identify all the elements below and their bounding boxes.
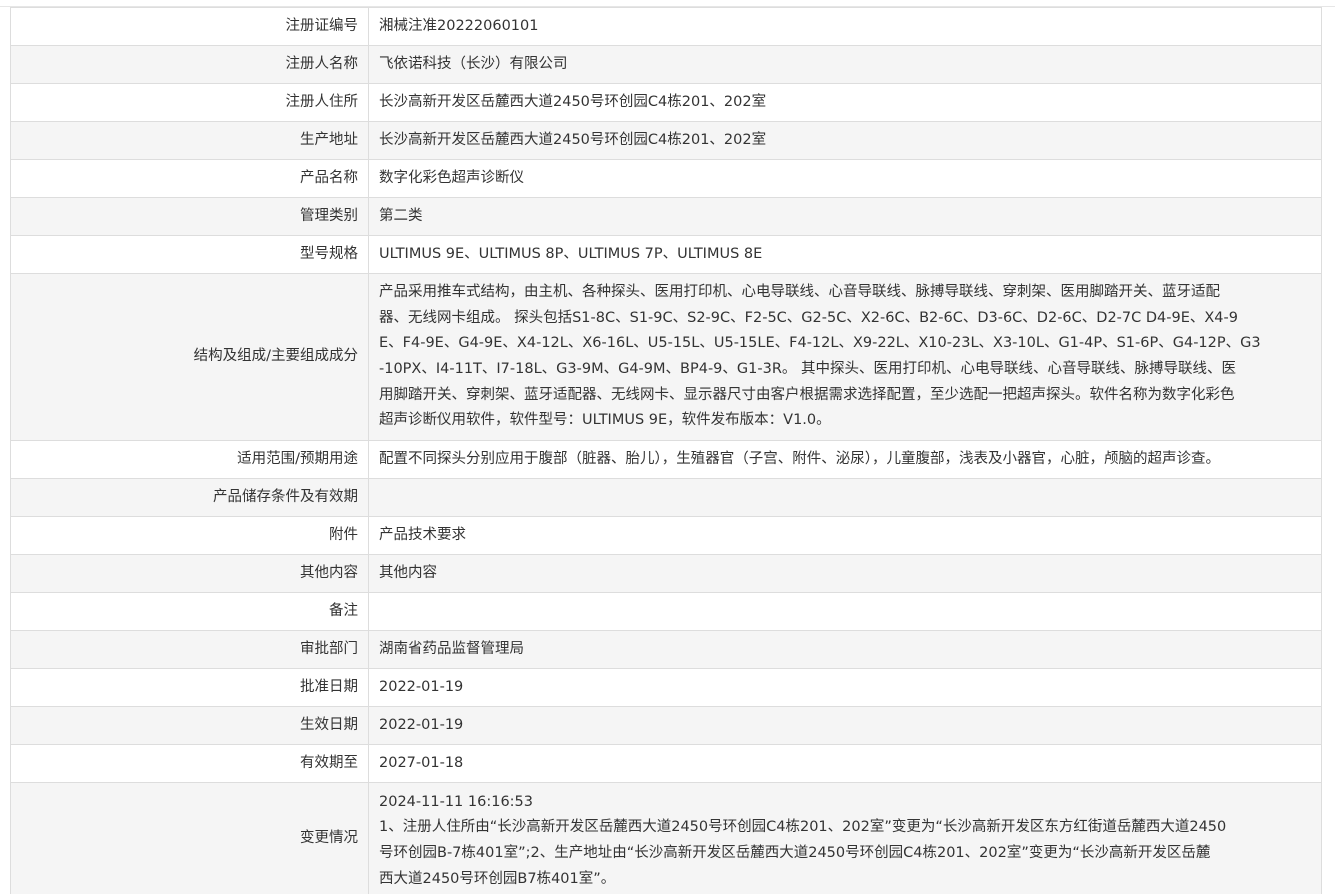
field-value-other-content: 其他内容 bbox=[368, 554, 1322, 593]
field-label-approval-date: 批准日期 bbox=[10, 668, 369, 707]
table-row: 生效日期 2022-01-19 bbox=[10, 706, 1322, 745]
structure-line: 用脚踏开关、穿刺架、蓝牙适配器、无线网卡、显示器尺寸由客户根据需求选择配置，至少… bbox=[379, 386, 1235, 403]
registration-detail-page: 注册证编号 湘械注准20222060101 注册人名称 飞依诺科技（长沙）有限公… bbox=[0, 0, 1335, 894]
field-label-management-category: 管理类别 bbox=[10, 197, 369, 236]
field-value-intended-use: 配置不同探头分别应用于腹部（脏器、胎儿），生殖器官（子宫、附件、泌尿），儿童腹部… bbox=[368, 440, 1322, 479]
change-line: 1、注册人住所由“长沙高新开发区岳麓西大道2450号环创园C4栋201、202室… bbox=[379, 819, 1227, 836]
field-label-approval-department: 审批部门 bbox=[10, 630, 369, 669]
table-row: 注册证编号 湘械注准20222060101 bbox=[10, 7, 1322, 46]
field-value-approval-department: 湖南省药品监督管理局 bbox=[368, 630, 1322, 669]
field-value-structure-composition: 产品采用推车式结构，由主机、各种探头、医用打印机、心电导联线、心音导联线、脉搏导… bbox=[368, 273, 1322, 441]
field-value-valid-until: 2027-01-18 bbox=[368, 744, 1322, 783]
table-row: 产品储存条件及有效期 bbox=[10, 478, 1322, 517]
field-label-product-name: 产品名称 bbox=[10, 159, 369, 198]
table-row: 型号规格 ULTIMUS 9E、ULTIMUS 8P、ULTIMUS 7P、UL… bbox=[10, 235, 1322, 274]
field-label-other-content: 其他内容 bbox=[10, 554, 369, 593]
table-row: 管理类别 第二类 bbox=[10, 197, 1322, 236]
field-label-valid-until: 有效期至 bbox=[10, 744, 369, 783]
field-label-registrant-address: 注册人住所 bbox=[10, 83, 369, 122]
table-row: 注册人名称 飞依诺科技（长沙）有限公司 bbox=[10, 45, 1322, 84]
field-value-approval-date: 2022-01-19 bbox=[368, 668, 1322, 707]
change-timestamp: 2024-11-11 16:16:53 bbox=[379, 793, 533, 810]
field-label-intended-use: 适用范围/预期用途 bbox=[10, 440, 369, 479]
table-row: 附件 产品技术要求 bbox=[10, 516, 1322, 555]
field-label-remarks: 备注 bbox=[10, 592, 369, 631]
change-line: 号环创园B-7栋401室”;2、生产地址由“长沙高新开发区岳麓西大道2450号环… bbox=[379, 845, 1211, 861]
field-value-product-name: 数字化彩色超声诊断仪 bbox=[368, 159, 1322, 198]
table-row: 变更情况 2024-11-11 16:16:53 1、注册人住所由“长沙高新开发… bbox=[10, 782, 1322, 894]
field-value-management-category: 第二类 bbox=[368, 197, 1322, 236]
field-value-registrant-name: 飞依诺科技（长沙）有限公司 bbox=[368, 45, 1322, 84]
table-row: 审批部门 湖南省药品监督管理局 bbox=[10, 630, 1322, 669]
field-value-model-spec: ULTIMUS 9E、ULTIMUS 8P、ULTIMUS 7P、ULTIMUS… bbox=[368, 235, 1322, 274]
structure-line: -10PX、I4-11T、I7-18L、G3-9M、G4-9M、BP4-9、G1… bbox=[379, 361, 1236, 377]
field-label-registration-no: 注册证编号 bbox=[10, 7, 369, 46]
table-row: 结构及组成/主要组成成分 产品采用推车式结构，由主机、各种探头、医用打印机、心电… bbox=[10, 273, 1322, 441]
structure-line: 超声诊断仪用软件，软件型号：ULTIMUS 9E，软件发布版本：V1.0。 bbox=[379, 412, 831, 429]
field-label-structure-composition: 结构及组成/主要组成成分 bbox=[10, 273, 369, 441]
table-row: 批准日期 2022-01-19 bbox=[10, 668, 1322, 707]
field-label-model-spec: 型号规格 bbox=[10, 235, 369, 274]
field-label-change-history: 变更情况 bbox=[10, 782, 369, 894]
field-value-remarks bbox=[368, 592, 1322, 631]
field-value-attachment: 产品技术要求 bbox=[368, 516, 1322, 555]
top-divider bbox=[0, 0, 1335, 7]
field-value-change-history: 2024-11-11 16:16:53 1、注册人住所由“长沙高新开发区岳麓西大… bbox=[368, 782, 1322, 894]
table-row: 备注 bbox=[10, 592, 1322, 631]
table-row: 生产地址 长沙高新开发区岳麓西大道2450号环创园C4栋201、202室 bbox=[10, 121, 1322, 160]
table-row: 注册人住所 长沙高新开发区岳麓西大道2450号环创园C4栋201、202室 bbox=[10, 83, 1322, 122]
field-label-production-address: 生产地址 bbox=[10, 121, 369, 160]
structure-line: 产品采用推车式结构，由主机、各种探头、医用打印机、心电导联线、心音导联线、脉搏导… bbox=[379, 284, 1220, 301]
table-row: 有效期至 2027-01-18 bbox=[10, 744, 1322, 783]
table-row: 适用范围/预期用途 配置不同探头分别应用于腹部（脏器、胎儿），生殖器官（子宫、附… bbox=[10, 440, 1322, 479]
field-label-registrant-name: 注册人名称 bbox=[10, 45, 369, 84]
field-value-storage-validity bbox=[368, 478, 1322, 517]
table-row: 产品名称 数字化彩色超声诊断仪 bbox=[10, 159, 1322, 198]
field-label-storage-validity: 产品储存条件及有效期 bbox=[10, 478, 369, 517]
table-row: 其他内容 其他内容 bbox=[10, 554, 1322, 593]
field-value-registrant-address: 长沙高新开发区岳麓西大道2450号环创园C4栋201、202室 bbox=[368, 83, 1322, 122]
field-label-attachment: 附件 bbox=[10, 516, 369, 555]
field-label-effective-date: 生效日期 bbox=[10, 706, 369, 745]
registration-info-table: 注册证编号 湘械注准20222060101 注册人名称 飞依诺科技（长沙）有限公… bbox=[10, 7, 1322, 894]
field-value-effective-date: 2022-01-19 bbox=[368, 706, 1322, 745]
field-value-production-address: 长沙高新开发区岳麓西大道2450号环创园C4栋201、202室 bbox=[368, 121, 1322, 160]
change-line: 西大道2450号环创园B7栋401室”。 bbox=[379, 870, 616, 887]
structure-line: E、F4-9E、G4-9E、X4-12L、X6-16L、U5-15L、U5-15… bbox=[379, 335, 1261, 352]
field-value-registration-no: 湘械注准20222060101 bbox=[368, 7, 1322, 46]
structure-line: 器、无线网卡组成。 探头包括S1-8C、S1-9C、S2-9C、F2-5C、G2… bbox=[379, 309, 1238, 326]
